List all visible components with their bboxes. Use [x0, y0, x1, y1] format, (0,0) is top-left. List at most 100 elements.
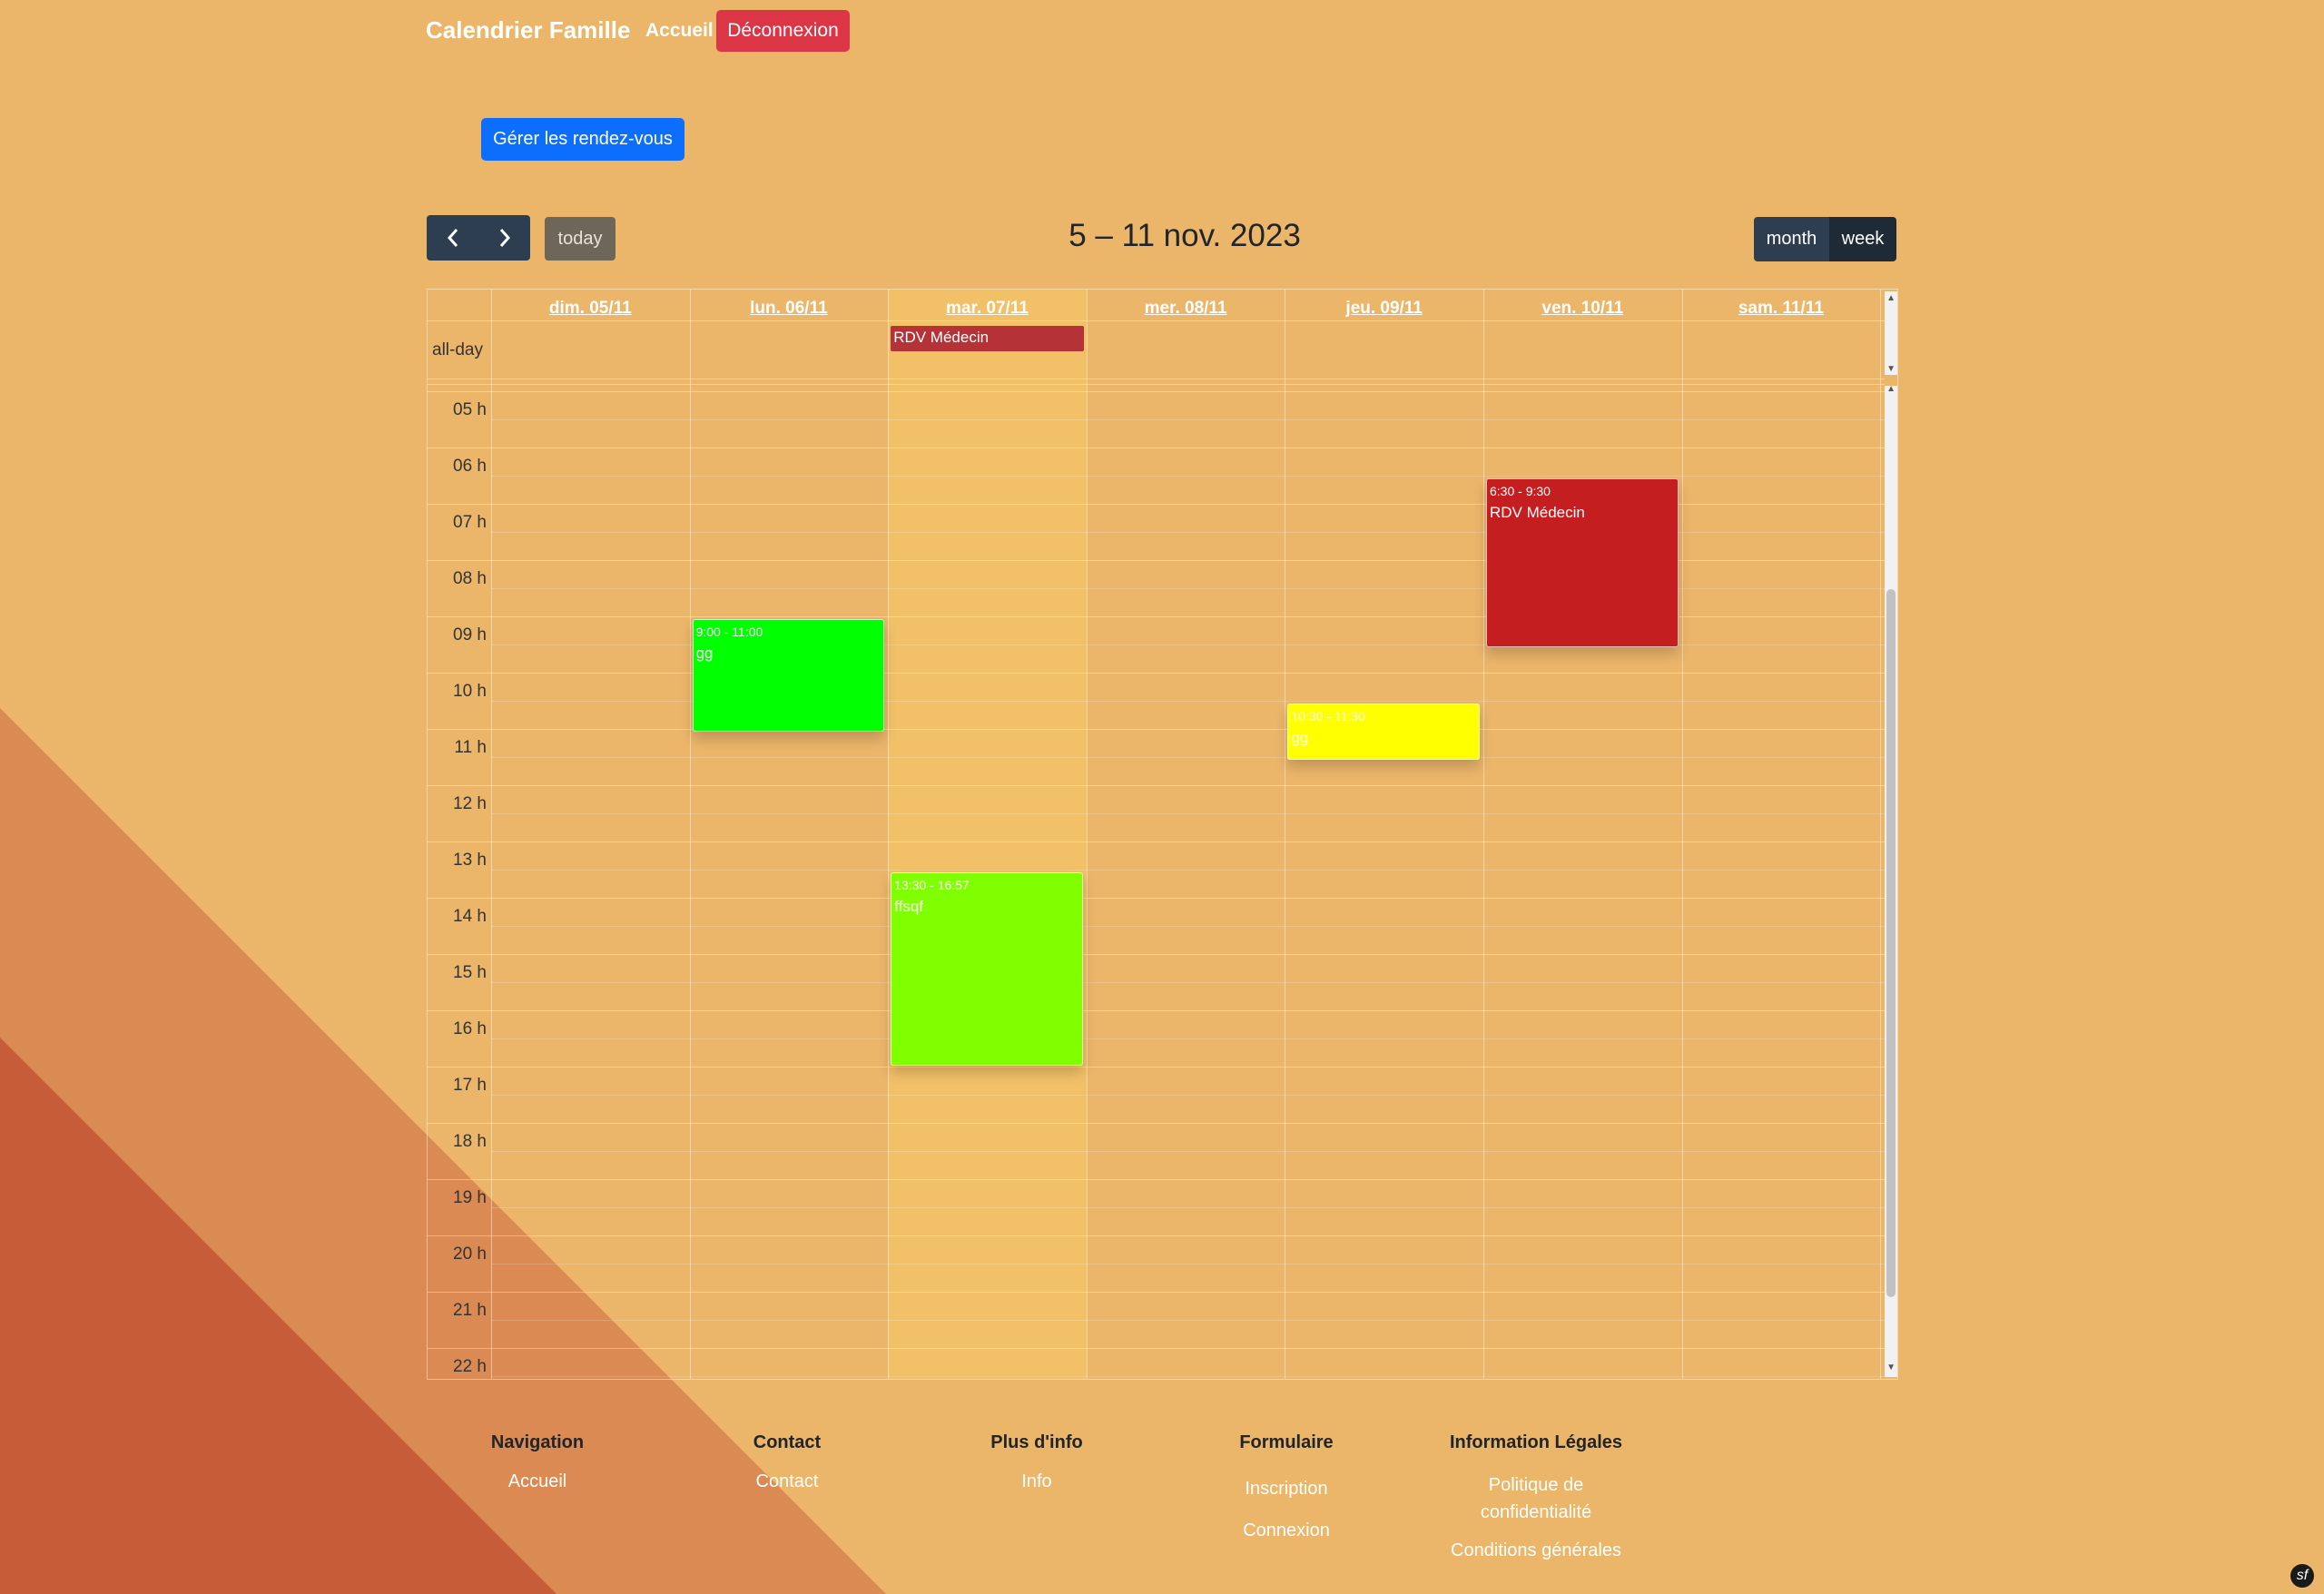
event-title: gg	[695, 644, 714, 662]
header-separator	[428, 320, 1885, 321]
hour-line	[428, 728, 1885, 730]
hour-line	[428, 1235, 1885, 1236]
half-hour-line	[491, 812, 1885, 814]
event-title: RDV Médecin	[1490, 503, 1585, 521]
hour-line	[428, 672, 1885, 674]
hour-label: 20 h	[453, 1244, 487, 1264]
event-time: 9:00 - 11:00	[695, 624, 763, 639]
hour-label: 08 h	[453, 568, 487, 588]
footer-info-title: Plus d'info	[990, 1432, 1083, 1452]
footer-contact-link[interactable]: Contact	[733, 1471, 842, 1492]
nav-button-group	[427, 215, 530, 261]
next-button[interactable]	[478, 215, 530, 261]
half-hour-line	[491, 418, 1885, 420]
footer-legal: Information Légales Politique de confide…	[1436, 1432, 1636, 1561]
hour-line	[428, 841, 1885, 842]
week-view-button[interactable]: week	[1829, 217, 1896, 261]
manage-appointments-button[interactable]: Gérer les rendez-vous	[481, 118, 684, 161]
scroll-arrow-icon[interactable]: ▼	[1886, 1363, 1896, 1373]
hour-label: 09 h	[453, 625, 487, 644]
chevron-left-icon	[447, 229, 458, 247]
half-hour-line	[491, 475, 1885, 477]
footer-info-link[interactable]: Info	[973, 1471, 1100, 1492]
footer-privacy-link[interactable]: Politique de confidentialité	[1454, 1471, 1618, 1526]
chevron-right-icon	[499, 229, 510, 247]
footer-navigation: Navigation Accueil	[474, 1432, 601, 1492]
day-header[interactable]: sam. 11/11	[1682, 299, 1881, 319]
footer-login-link[interactable]: Connexion	[1223, 1520, 1350, 1541]
calendar-event[interactable]: 13:30 - 16:57 ffsqf	[891, 871, 1083, 1067]
half-hour-line	[491, 756, 1885, 758]
calendar-title: 5 – 11 nov. 2023	[1068, 218, 1301, 253]
half-hour-line	[491, 1375, 1885, 1377]
hour-label: 22 h	[453, 1356, 487, 1376]
scroll-arrow-icon[interactable]: ▲	[1886, 293, 1896, 303]
hour-label: 11 h	[454, 737, 487, 757]
month-view-button[interactable]: month	[1754, 217, 1829, 261]
half-hour-line	[491, 925, 1885, 927]
day-header[interactable]: ven. 10/11	[1483, 299, 1682, 319]
day-header[interactable]: jeu. 09/11	[1285, 299, 1483, 319]
today-column-highlight	[888, 290, 1087, 1379]
event-time: 13:30 - 16:57	[894, 877, 970, 892]
day-column-divider	[1880, 290, 1882, 1379]
calendar-event[interactable]: 10:30 - 11:30 gg	[1287, 703, 1480, 760]
prev-button[interactable]	[427, 215, 478, 261]
hour-line	[428, 1066, 1885, 1068]
hour-label: 07 h	[453, 512, 487, 532]
symfony-icon[interactable]: sf	[2290, 1564, 2314, 1588]
hour-label: 06 h	[453, 456, 487, 476]
hour-label: 16 h	[453, 1018, 487, 1038]
half-hour-line	[491, 1038, 1885, 1039]
hour-label: 13 h	[453, 850, 487, 870]
half-hour-line	[491, 1206, 1885, 1208]
hour-label: 12 h	[453, 793, 487, 813]
today-button[interactable]: today	[545, 217, 615, 261]
brand-title[interactable]: Calendrier Famille	[426, 16, 630, 44]
day-header[interactable]: lun. 06/11	[690, 299, 889, 319]
day-column-divider	[1681, 290, 1683, 1379]
hour-line	[428, 390, 1885, 392]
calendar-event[interactable]: 6:30 - 9:30 RDV Médecin	[1486, 477, 1679, 647]
footer-navigation-title: Navigation	[490, 1432, 585, 1452]
hour-line	[428, 1122, 1885, 1124]
hour-label: 05 h	[453, 399, 487, 419]
hour-label: 18 h	[453, 1131, 487, 1151]
calendar-event[interactable]: 9:00 - 11:00 gg	[692, 618, 885, 732]
half-hour-line	[491, 869, 1885, 871]
allday-scrollbar[interactable]	[1885, 291, 1897, 375]
day-header[interactable]: mer. 08/11	[1087, 299, 1285, 319]
event-time: 6:30 - 9:30	[1490, 483, 1551, 498]
hour-label: 19 h	[453, 1187, 487, 1207]
half-hour-line	[491, 1094, 1885, 1096]
day-header[interactable]: dim. 05/11	[491, 299, 690, 319]
footer-home-link[interactable]: Accueil	[474, 1471, 601, 1492]
nav-home-link[interactable]: Accueil	[645, 20, 714, 42]
day-header[interactable]: mar. 07/11	[888, 299, 1087, 319]
footer-contact: Contact Contact	[733, 1432, 842, 1492]
hour-label: 21 h	[453, 1300, 487, 1320]
view-switcher: month week	[1754, 217, 1896, 261]
scroll-arrow-icon[interactable]: ▲	[1886, 384, 1896, 394]
hour-line	[428, 1347, 1885, 1349]
hour-label: 14 h	[453, 906, 487, 926]
scrollbar-thumb[interactable]	[1886, 589, 1896, 1297]
logout-button[interactable]: Déconnexion	[716, 10, 850, 52]
hour-label: 15 h	[453, 962, 487, 982]
allday-event[interactable]: RDV Médecin	[891, 326, 1084, 351]
hour-label: 17 h	[453, 1075, 487, 1095]
footer-contact-title: Contact	[753, 1432, 822, 1452]
day-column-divider	[888, 290, 890, 1379]
footer-signup-link[interactable]: Inscription	[1223, 1479, 1350, 1500]
hour-line	[428, 1178, 1885, 1180]
scroll-arrow-icon[interactable]: ▼	[1886, 364, 1896, 374]
half-hour-line	[491, 1319, 1885, 1321]
allday-label: all-day	[432, 340, 483, 359]
day-column-divider	[1483, 290, 1484, 1379]
footer-terms-link[interactable]: Conditions générales	[1436, 1540, 1636, 1561]
hour-line	[428, 953, 1885, 955]
footer-form: Formulaire Inscription Connexion	[1223, 1432, 1350, 1541]
half-hour-line	[491, 981, 1885, 983]
footer-legal-title: Information Légales	[1449, 1432, 1623, 1452]
day-column-divider	[491, 290, 492, 1379]
